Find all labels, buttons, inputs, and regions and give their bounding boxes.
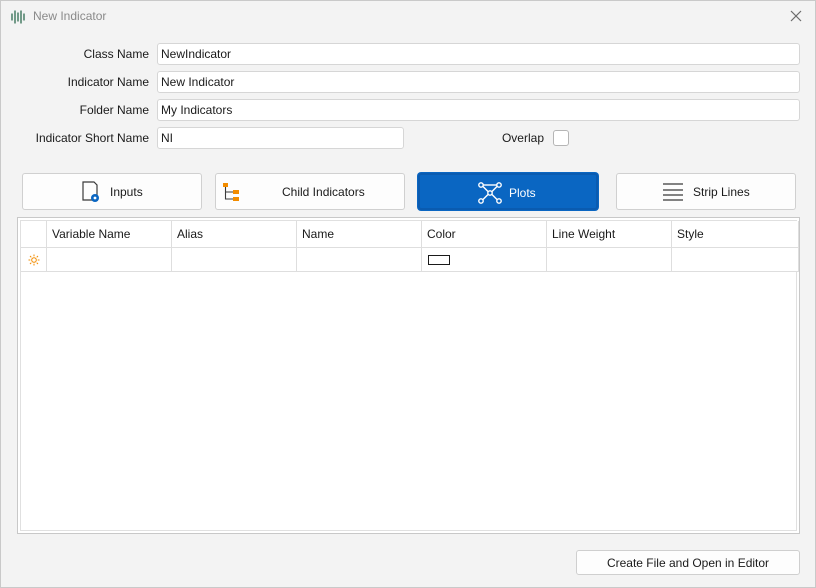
column-header-style[interactable]: Style <box>672 221 799 248</box>
window-title: New Indicator <box>33 9 107 23</box>
tab-inputs[interactable]: Inputs <box>22 173 202 210</box>
tab-strip-lines-label: Strip Lines <box>693 185 750 199</box>
network-plot-icon <box>478 182 502 204</box>
cell-color[interactable] <box>422 248 547 272</box>
folder-name-label: Folder Name <box>79 103 149 117</box>
tab-child-indicators[interactable]: Child Indicators <box>215 173 405 210</box>
plots-grid-body: Variable Name Alias Name Color Line Weig… <box>20 220 799 531</box>
plots-grid[interactable]: Variable Name Alias Name Color Line Weig… <box>17 217 800 534</box>
hierarchy-icon <box>223 183 239 201</box>
overlap-checkbox[interactable] <box>553 130 569 146</box>
new-indicator-dialog: New Indicator Class Name Indicator Name … <box>0 0 816 588</box>
create-file-button[interactable]: Create File and Open in Editor <box>576 550 800 575</box>
color-swatch[interactable] <box>428 255 450 265</box>
tab-plots-label: Plots <box>509 186 536 200</box>
indicator-name-label: Indicator Name <box>67 75 149 89</box>
overlap-label: Overlap <box>501 131 544 145</box>
column-header-alias[interactable]: Alias <box>172 221 297 248</box>
title-bar: New Indicator <box>1 1 815 32</box>
class-name-field[interactable] <box>157 43 800 65</box>
lines-icon <box>663 183 683 201</box>
column-header-name[interactable]: Name <box>297 221 422 248</box>
cell-style[interactable] <box>672 248 799 272</box>
short-name-label: Indicator Short Name <box>35 131 149 145</box>
tab-child-indicators-label: Child Indicators <box>282 185 365 199</box>
column-header-variable-name[interactable]: Variable Name <box>47 221 172 248</box>
tab-strip-lines[interactable]: Strip Lines <box>616 173 796 210</box>
cell-variable-name[interactable] <box>47 248 172 272</box>
indicator-name-field[interactable] <box>157 71 800 93</box>
short-name-field[interactable] <box>157 127 404 149</box>
folder-name-field[interactable] <box>157 99 800 121</box>
column-header-color[interactable]: Color <box>422 221 547 248</box>
cell-name[interactable] <box>297 248 422 272</box>
document-gear-icon <box>82 181 99 202</box>
cell-alias[interactable] <box>172 248 297 272</box>
sun-new-row-icon <box>28 254 40 266</box>
tab-inputs-label: Inputs <box>110 185 143 199</box>
waveform-icon <box>11 10 25 24</box>
class-name-label: Class Name <box>83 47 149 61</box>
cell-line-weight[interactable] <box>547 248 672 272</box>
row-header-corner <box>21 221 47 248</box>
close-icon[interactable] <box>786 6 806 26</box>
new-row-indicator <box>21 248 47 272</box>
column-header-line-weight[interactable]: Line Weight <box>547 221 672 248</box>
tab-plots[interactable]: Plots <box>418 173 598 210</box>
